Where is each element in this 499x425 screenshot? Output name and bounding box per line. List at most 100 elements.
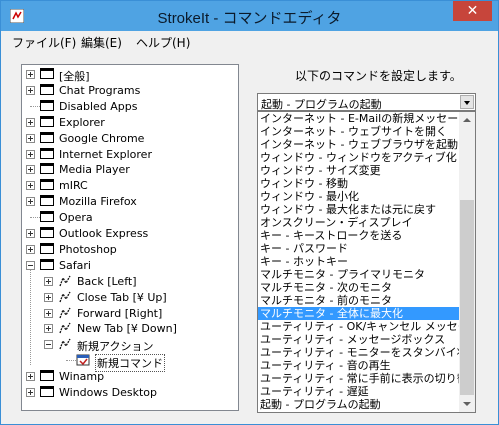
tree-item-label: Forward [Right] (77, 307, 163, 320)
expand-icon[interactable] (26, 150, 35, 159)
menu-edit[interactable]: 編集(E) (81, 34, 122, 51)
tree-item-label: Internet Explorer (59, 148, 152, 161)
collapse-icon[interactable] (44, 340, 53, 349)
tree-item[interactable]: Winamp (22, 369, 236, 385)
window-icon (40, 116, 54, 127)
list-item[interactable]: オンスクリーン・ディスプレイ (258, 216, 461, 229)
tree-item[interactable]: Safari (22, 258, 236, 274)
list-item[interactable]: マルチモニタ - 全体に最大化 (258, 307, 461, 320)
tree-item[interactable]: New Tab [¥ Down] (22, 321, 236, 337)
list-item[interactable]: ユーティリティ - 音の再生 (258, 359, 461, 372)
chevron-down-icon[interactable] (460, 95, 474, 109)
close-button[interactable]: ✕ (453, 1, 492, 21)
tree-item-label: Back [Left] (77, 275, 137, 288)
expand-icon[interactable] (44, 293, 53, 302)
tree-item-label: Safari (59, 259, 91, 272)
list-item[interactable]: インターネット - ウェブブラウザを起動 (258, 138, 461, 151)
list-item[interactable]: ウィンドウ - 移動 (258, 177, 461, 190)
list-item[interactable]: キー - ホットキー (258, 255, 461, 268)
list-item[interactable]: 起動 - プログラムの起動 (258, 398, 461, 411)
tree-item-label: Photoshop (59, 243, 117, 256)
tree-item[interactable]: Back [Left] (22, 274, 236, 290)
gesture-icon (59, 307, 71, 319)
list-item[interactable]: マルチモニタ - 前のモニタ (258, 294, 461, 307)
list-item[interactable]: ユーティリティ - モニターをスタンバイ状態に (258, 346, 461, 359)
tree-item[interactable]: mIRC (22, 178, 236, 194)
list-item[interactable]: ウィンドウ - ウィンドウをアクティブ化 (258, 151, 461, 164)
list-item[interactable]: ウィンドウ - 最大化または元に戻す (258, 203, 461, 216)
list-item[interactable]: インターネット - ウェブサイトを開く (258, 125, 461, 138)
tree-item[interactable]: Outlook Express (22, 226, 236, 242)
window-icon (40, 179, 54, 190)
tree-item[interactable]: Close Tab [¥ Up] (22, 290, 236, 306)
list-item[interactable]: ユーティリティ - 常に手前に表示の切り替え (258, 372, 461, 385)
gesture-icon (59, 275, 71, 287)
menu-help[interactable]: ヘルプ(H) (136, 34, 190, 51)
menu-file[interactable]: ファイル(F) (12, 34, 76, 51)
gesture-icon (59, 338, 71, 350)
title-bar[interactable]: StrokeIt - コマンドエディタ ✕ (1, 1, 498, 31)
tree-item[interactable]: Mozilla Firefox (22, 194, 236, 210)
tree-item[interactable]: Explorer (22, 115, 236, 131)
tree-item[interactable]: Photoshop (22, 242, 236, 258)
list-item[interactable]: ユーティリティ - 遅延 (258, 385, 461, 398)
collapse-icon[interactable] (26, 261, 35, 270)
tree-item[interactable]: 新規コマンド (22, 353, 236, 372)
list-item[interactable]: キー - パスワード (258, 242, 461, 255)
expand-icon[interactable] (26, 181, 35, 190)
tree-item[interactable]: 新規アクション (22, 337, 236, 353)
expand-icon[interactable] (44, 277, 53, 286)
tree-item-label: Explorer (59, 116, 105, 129)
list-item[interactable]: インターネット - E-Mailの新規メッセージ作成 (258, 112, 461, 125)
tree-view[interactable]: [全般] Chat Programs Disabled Apps Explorer Go… (21, 64, 239, 411)
tree-item-label: Google Chrome (59, 132, 145, 145)
command-editor-window: StrokeIt - コマンドエディタ ✕ ファイル(F) 編集(E) ヘルプ(… (0, 0, 499, 425)
tree-item[interactable]: Google Chrome (22, 131, 236, 147)
tree-connector (66, 360, 76, 361)
tree-item-label: Outlook Express (59, 227, 149, 240)
window-icon (40, 68, 54, 79)
window-icon (40, 211, 54, 222)
command-combo[interactable]: 起動 - プログラムの起動 (257, 93, 476, 111)
tree-item-label: Winamp (59, 370, 105, 383)
list-scrollbar[interactable] (459, 112, 475, 412)
tree-item-label: [全般] (59, 70, 90, 83)
list-item[interactable]: キー - キーストロークを送る (258, 229, 461, 242)
tree-item[interactable]: Chat Programs (22, 83, 236, 99)
tree-item[interactable]: Internet Explorer (22, 147, 236, 163)
expand-icon[interactable] (26, 197, 35, 206)
tree-item[interactable]: Media Player (22, 162, 236, 178)
tree-item[interactable]: Windows Desktop (22, 385, 236, 401)
scroll-thumb[interactable] (460, 200, 474, 395)
tree-item-label: 新規アクション (77, 340, 154, 353)
scroll-up-icon[interactable] (459, 112, 475, 128)
expand-icon[interactable] (26, 388, 35, 397)
list-item[interactable]: マルチモニタ - 次のモニタ (258, 281, 461, 294)
tree-item[interactable]: [全般] (22, 67, 236, 83)
gesture-icon (59, 322, 71, 334)
expand-icon[interactable] (26, 245, 35, 254)
expand-icon[interactable] (26, 134, 35, 143)
tree-item-label: Close Tab [¥ Up] (77, 291, 167, 304)
tree-connector (30, 217, 40, 218)
list-item[interactable]: ユーティリティ - メッセージボックス (258, 333, 461, 346)
expand-icon[interactable] (26, 118, 35, 127)
tree-item[interactable]: Disabled Apps (22, 99, 236, 115)
expand-icon[interactable] (26, 70, 35, 79)
command-list[interactable]: 起動 - プログラムの起動 ユーティリティ - 遅延 ユーティリティ - 常に手前に… (257, 111, 476, 413)
expand-icon[interactable] (44, 324, 53, 333)
tree-item[interactable]: Forward [Right] (22, 306, 236, 322)
list-item[interactable]: ウィンドウ - 最小化 (258, 190, 461, 203)
scroll-down-icon[interactable] (459, 396, 475, 412)
list-item[interactable]: ユーティリティ - OK/キャンセル メッセージボックス (258, 320, 461, 333)
expand-icon[interactable] (26, 229, 35, 238)
expand-icon[interactable] (26, 372, 35, 381)
list-item[interactable]: ウィンドウ - サイズ変更 (258, 164, 461, 177)
list-item[interactable]: マルチモニタ - プライマリモニタ (258, 268, 461, 281)
expand-icon[interactable] (44, 309, 53, 318)
expand-icon[interactable] (26, 86, 35, 95)
tree-item[interactable]: Opera (22, 210, 236, 226)
expand-icon[interactable] (26, 165, 35, 174)
tree-item-label: Chat Programs (59, 84, 141, 97)
window-icon (40, 227, 54, 238)
